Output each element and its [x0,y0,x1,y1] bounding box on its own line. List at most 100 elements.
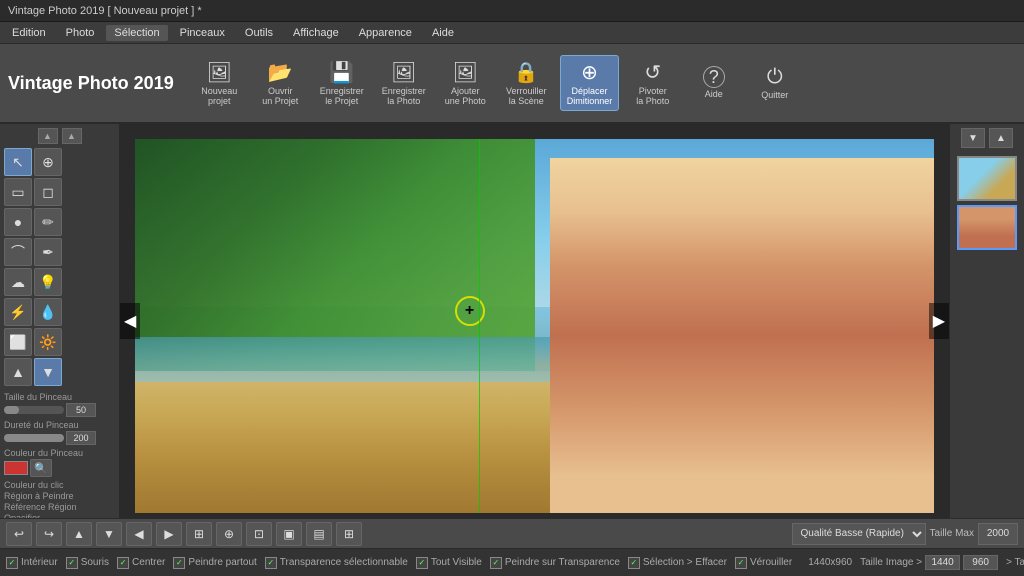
toolbar-title-section: Vintage Photo 2019 [8,73,184,94]
canvas-area[interactable]: + ◀ ▶ [120,124,949,518]
magic-tool-btn[interactable]: ⚡ [4,298,32,326]
redo-btn[interactable]: ↪ [36,522,62,546]
center-btn[interactable]: ⊞ [186,522,212,546]
souris-checkbox[interactable]: ✓ [66,557,78,569]
selection-effacer-checkbox[interactable]: ✓ [628,557,640,569]
verouiller-checkbox[interactable]: ✓ [735,557,747,569]
peindre-partout-item: ✓ Peindre partout [173,557,256,569]
drop-tool-btn[interactable]: 💧 [34,298,62,326]
export-btn[interactable]: ▤ [306,522,332,546]
trans-selectionnable-checkbox[interactable]: ✓ [265,557,277,569]
left-btn[interactable]: ◀ [126,522,152,546]
lasso-tool-btn[interactable]: ⌒ [4,238,32,266]
taille-pinceau-slider[interactable] [4,406,64,414]
crop-btn[interactable]: ⊡ [246,522,272,546]
tool-row-6: ⚡ 💧 [4,298,115,326]
aide-label: Aide [705,90,723,100]
vertical-guide [479,139,480,513]
tout-visible-checkbox[interactable]: ✓ [416,557,428,569]
couleur-pinceau-swatch[interactable] [4,461,28,475]
thumb-person-image [959,207,1015,248]
panel-down-btn[interactable]: ▲ [62,128,82,144]
deplacer-btn[interactable]: ⊕ DéplacerDimitionner [560,55,620,112]
triangle-down-tool-btn[interactable]: ▼ [34,358,62,386]
move-tool-btn[interactable]: ⊕ [34,148,62,176]
nouveau-btn[interactable]: 🖼 Nouveauprojet [192,56,247,111]
verrouiller-btn[interactable]: 🔒 Verrouillerla Scène [499,56,554,111]
menu-edition[interactable]: Edition [4,25,54,41]
selection-effacer-item: ✓ Sélection > Effacer [628,557,727,569]
ajouter-photo-icon: 🖼 [453,60,478,85]
bulb-tool-btn[interactable]: 💡 [34,268,62,296]
down-btn[interactable]: ▼ [96,522,122,546]
circle-tool-btn[interactable]: ● [4,208,32,236]
thumbnail-beach[interactable] [957,156,1017,201]
pivoter-btn[interactable]: ↺ Pivoterla Photo [625,56,680,111]
eraser-tool-btn[interactable]: ◻ [34,178,62,206]
qualite-dropdown[interactable]: Qualité Basse (Rapide) [792,523,926,545]
taille-largeur-input[interactable] [925,555,960,570]
durete-pinceau-slider[interactable] [4,434,64,442]
tool-row-3: ● ✏ [4,208,115,236]
region-peindre-label: Région à Peindre [4,491,115,501]
ajouter-photo-btn[interactable]: 🖼 Ajouterune Photo [438,56,493,111]
aide-btn[interactable]: ? Aide [686,62,741,104]
undo-btn[interactable]: ↩ [6,522,32,546]
quitter-btn[interactable]: ⏻ Quitter [747,62,802,105]
menu-bar: Edition Photo Sélection Pinceaux Outils … [0,22,1024,44]
pen-tool-btn[interactable]: ✒ [34,238,62,266]
menu-outils[interactable]: Outils [237,25,281,41]
interieur-checkbox[interactable]: ✓ [6,557,18,569]
ouvrir-btn[interactable]: 📂 Ouvrirun Projet [253,56,308,111]
canvas-nav-left[interactable]: ◀ [120,303,140,339]
pivoter-icon: ↺ [644,60,661,85]
taille-hauteur-input[interactable] [963,555,998,570]
tool-row-1: ↖ ⊕ [4,148,115,176]
canvas-image[interactable]: + [135,139,934,513]
menu-pinceaux[interactable]: Pinceaux [172,25,233,41]
frame-btn[interactable]: ▣ [276,522,302,546]
verrouiller-label: Verrouillerla Scène [506,87,547,107]
menu-aide[interactable]: Aide [424,25,462,41]
menu-photo[interactable]: Photo [58,25,103,41]
enregistrer-photo-icon: 🖼 [391,60,416,85]
right-btn[interactable]: ▶ [156,522,182,546]
select-tool-btn[interactable]: ↖ [4,148,32,176]
menu-apparence[interactable]: Apparence [351,25,420,41]
couleur-clic-label: Couleur du clic [4,480,115,490]
eyedropper-btn[interactable]: 🔍 [30,459,52,477]
taille-max-input[interactable] [978,523,1018,545]
menu-selection[interactable]: Sélection [106,25,167,41]
brush-tool-btn[interactable]: ✏ [34,208,62,236]
fit-btn[interactable]: ⊕ [216,522,242,546]
ouvrir-label: Ouvrirun Projet [262,87,298,107]
square-tool-btn[interactable]: ⬜ [4,328,32,356]
cloud-tool-btn[interactable]: ☁ [4,268,32,296]
enregistrer-projet-label: Enregistrerle Projet [320,87,364,107]
grid-btn[interactable]: ⊞ [336,522,362,546]
enregistrer-photo-btn[interactable]: 🖼 Enregistrerla Photo [376,56,432,111]
durete-pinceau-label: Dureté du Pinceau [4,420,115,430]
enregistrer-projet-btn[interactable]: 💾 Enregistrerle Projet [314,56,370,111]
right-nav-down-btn[interactable]: ▼ [961,128,985,148]
rect-tool-btn[interactable]: ▭ [4,178,32,206]
thumbnail-person[interactable] [957,205,1017,250]
durete-pinceau-input[interactable] [66,431,96,445]
up-btn[interactable]: ▲ [66,522,92,546]
tool-row-5: ☁ 💡 [4,268,115,296]
peindre-partout-checkbox[interactable]: ✓ [173,557,185,569]
panel-up-btn[interactable]: ▲ [38,128,58,144]
centrer-checkbox[interactable]: ✓ [117,557,129,569]
bulb2-tool-btn[interactable]: 🔆 [34,328,62,356]
deplacer-icon: ⊕ [581,60,598,85]
right-nav-up-btn[interactable]: ▲ [989,128,1013,148]
peindre-trans-item: ✓ Peindre sur Transparence [490,557,620,569]
canvas-nav-right[interactable]: ▶ [929,303,949,339]
ref-region-label: Référence Région [4,502,115,512]
taille-pinceau-input[interactable] [66,403,96,417]
left-panel: ▲ ▲ ↖ ⊕ ▭ ◻ ● ✏ ⌒ ✒ ☁ 💡 [0,124,120,518]
menu-affichage[interactable]: Affichage [285,25,347,41]
triangle-tool-btn[interactable]: ▲ [4,358,32,386]
taille-pinceau-label: Taille du Pinceau [4,392,115,402]
peindre-trans-checkbox[interactable]: ✓ [490,557,502,569]
